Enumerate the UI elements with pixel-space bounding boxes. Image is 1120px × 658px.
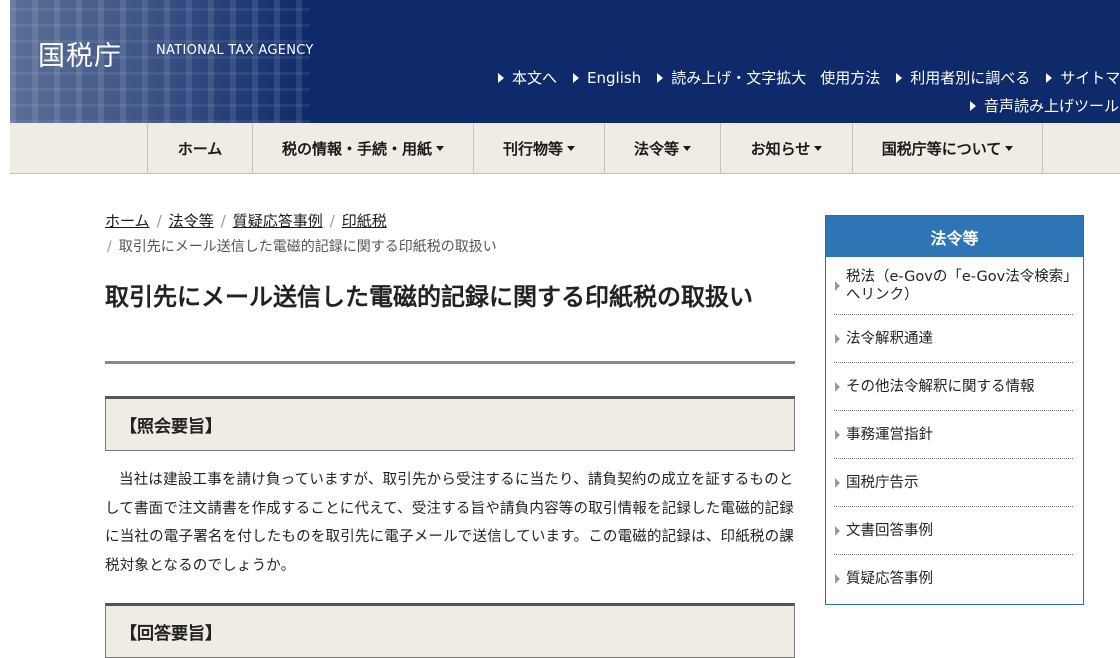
sidebar-item-qa-cases[interactable]: 質疑応答事例	[834, 555, 1073, 602]
global-nav: ホーム 税の情報・手続・用紙 刊行物等 法令等 お知らせ 国税庁等について	[10, 123, 1120, 174]
arrow-right-icon	[498, 72, 504, 83]
chevron-down-icon	[567, 145, 575, 151]
arrow-right-icon	[835, 525, 840, 536]
arrow-right-icon	[573, 72, 580, 83]
sitemap-link[interactable]: サイトマ	[1046, 67, 1120, 88]
arrow-right-icon	[835, 573, 840, 584]
chevron-down-icon	[436, 145, 444, 151]
breadcrumb: ホーム / 法令等 / 質疑応答事例 / 印紙税 / 取引先にメール送信した電磁的記録に関する…	[105, 212, 497, 255]
site-header: 国税庁 NATIONAL TAX AGENCY 本文へ English 読み上げ…	[10, 0, 1120, 123]
usage-link[interactable]: 使用方法	[820, 67, 880, 88]
breadcrumb-current: 取引先にメール送信した電磁的記録に関する印紙税の取扱い	[118, 239, 497, 255]
chevron-down-icon	[683, 145, 691, 151]
arrow-right-icon	[896, 72, 903, 83]
chevron-down-icon	[814, 145, 823, 151]
sidebar-item-guidelines[interactable]: 事務運営指針	[834, 411, 1073, 459]
sidebar-item-circulars[interactable]: 法令解釈通達	[834, 315, 1073, 363]
gnav-publications[interactable]: 刊行物等	[473, 123, 604, 173]
breadcrumb-stamp-tax[interactable]: 印紙税	[342, 212, 387, 230]
search-by-user-link[interactable]: 利用者別に調べる	[896, 67, 1030, 88]
gnav-home[interactable]: ホーム	[147, 123, 252, 173]
sidebar-item-notices[interactable]: 国税庁告示	[834, 459, 1073, 507]
arrow-right-icon	[835, 280, 840, 291]
site-logo-english: NATIONAL TAX AGENCY	[156, 43, 314, 58]
arrow-right-icon	[835, 381, 840, 392]
title-divider	[105, 361, 795, 364]
site-logo[interactable]: 国税庁	[38, 34, 122, 73]
sidebar-item-written-answers[interactable]: 文書回答事例	[834, 507, 1073, 555]
voice-reader-tool-link[interactable]: 音声読み上げツール	[970, 95, 1119, 116]
header-utility-nav-2: 音声読み上げツール	[970, 95, 1120, 116]
gnav-tax-info[interactable]: 税の情報・手続・用紙	[252, 123, 473, 173]
sidebar: 法令等 税法（e-Govの「e-Gov法令検索」へリンク） 法令解釈通達 その他…	[825, 215, 1084, 605]
gnav-about[interactable]: 国税庁等について	[852, 123, 1043, 173]
breadcrumb-qa-cases[interactable]: 質疑応答事例	[233, 212, 323, 230]
arrow-right-icon	[835, 333, 840, 344]
skip-to-content-link[interactable]: 本文へ	[498, 67, 557, 88]
sidebar-item-tax-law[interactable]: 税法（e-Govの「e-Gov法令検索」へリンク）	[834, 257, 1073, 315]
header-utility-nav: 本文へ English 読み上げ・文字拡大 使用方法 利用者別に調べる サイトマ	[498, 67, 1120, 88]
english-link[interactable]: English	[573, 67, 641, 88]
arrow-right-icon	[835, 477, 840, 488]
chevron-down-icon	[1005, 145, 1014, 151]
read-aloud-zoom-link[interactable]: 読み上げ・文字拡大	[657, 67, 806, 88]
breadcrumb-home[interactable]: ホーム	[105, 212, 150, 230]
arrow-right-icon	[657, 72, 664, 83]
arrow-right-icon	[970, 100, 976, 111]
gnav-news[interactable]: お知らせ	[720, 123, 852, 173]
sidebar-item-other-interpretations[interactable]: その他法令解釈に関する情報	[834, 363, 1073, 411]
arrow-right-icon	[1046, 72, 1053, 83]
breadcrumb-laws[interactable]: 法令等	[169, 212, 214, 230]
inquiry-heading: 【照会要旨】	[105, 396, 795, 451]
inquiry-body: 当社は建設工事を請け負っていますが、取引先から受注するに当たり、請負契約の成立を…	[105, 472, 795, 574]
arrow-right-icon	[835, 429, 840, 440]
gnav-laws[interactable]: 法令等	[604, 123, 720, 173]
page-title: 取引先にメール送信した電磁的記録に関する印紙税の取扱い	[105, 283, 753, 311]
sidebar-title: 法令等	[826, 216, 1083, 257]
